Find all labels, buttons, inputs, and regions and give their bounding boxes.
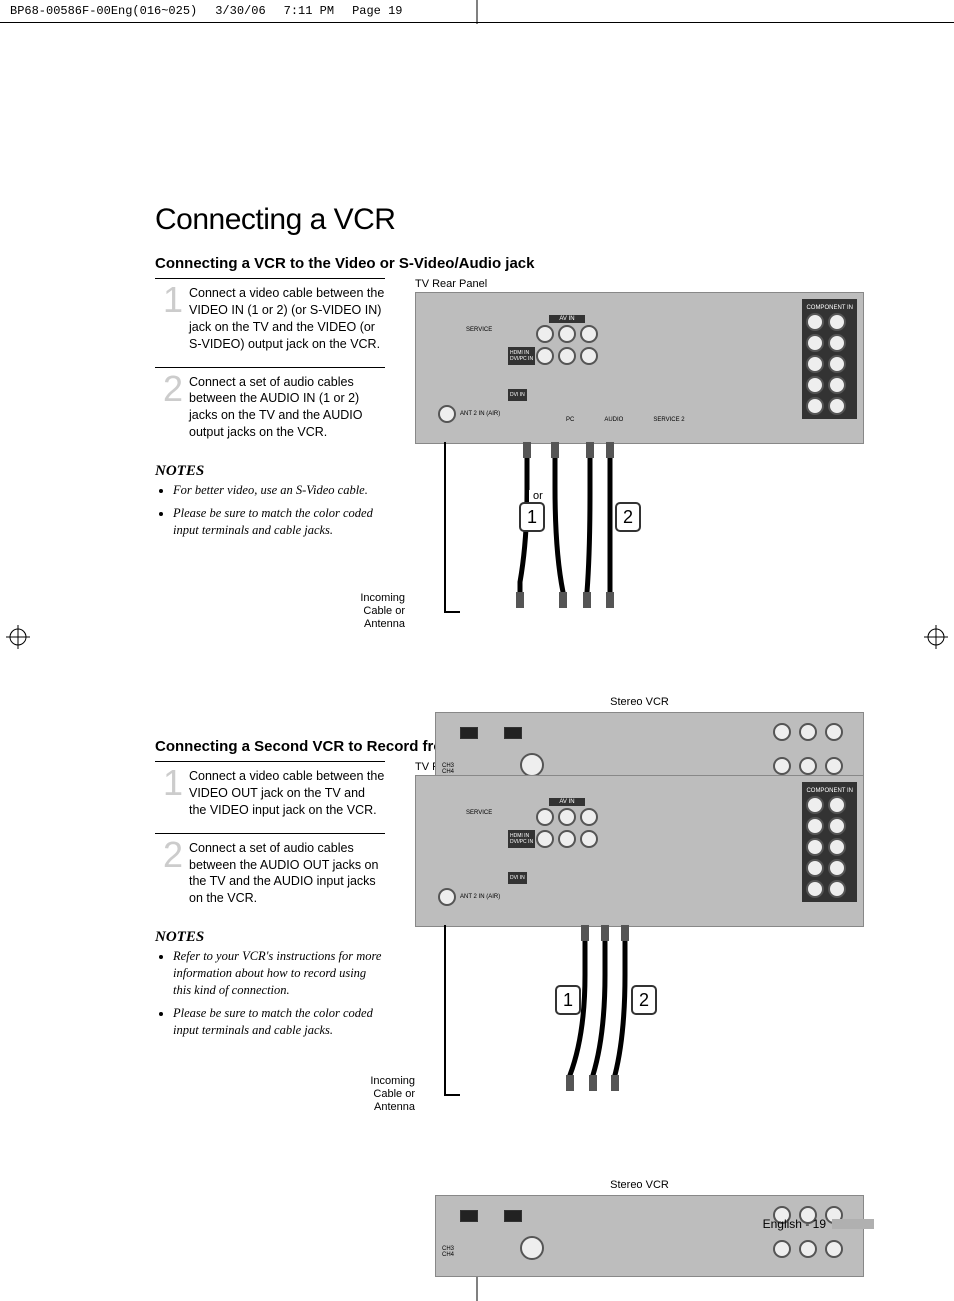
video-jack-icon <box>558 325 576 343</box>
ant-in: ANT 2 IN (AIR) <box>438 405 500 423</box>
component-label: COMPONENT IN <box>806 305 853 311</box>
cable-number-2: 2 <box>631 985 657 1015</box>
cable-number-1: 1 <box>555 985 581 1015</box>
step-number: 2 <box>155 374 189 404</box>
service-label: SERVICE <box>466 810 492 816</box>
av-in-label: AV IN <box>549 315 584 323</box>
ant2-label: ANT 2 IN (AIR) <box>460 894 500 900</box>
step-text: Connect a set of audio cables between th… <box>189 840 385 908</box>
ch-label: CH3CH4 <box>442 763 454 775</box>
step-number: 2 <box>155 840 189 870</box>
dvi-block: DVI IN <box>508 389 527 401</box>
diagram-bottom-label: Stereo VCR <box>415 696 864 708</box>
vcr-svideo-jack-icon <box>520 1236 544 1260</box>
note-item: For better video, use an S-Video cable. <box>173 482 385 499</box>
ant-jack-icon <box>438 888 456 906</box>
vcr-jack-icon <box>799 1240 817 1258</box>
vcr-jack-icon <box>799 757 817 775</box>
step-text: Connect a video cable between the VIDEO … <box>189 285 385 353</box>
service-label: SERVICE <box>466 327 492 333</box>
svideo-jack-icon <box>558 347 576 365</box>
notes-heading: NOTES <box>155 929 385 946</box>
incoming-label: Incoming Cable or Antenna <box>355 1075 415 1115</box>
audio-label: AUDIO <box>604 417 623 423</box>
av-in-block: AV IN <box>536 798 598 848</box>
footer-bar-icon <box>832 1219 874 1229</box>
step-number: 1 <box>155 285 189 315</box>
video-jack-icon <box>580 325 598 343</box>
vcr-jack-icon <box>825 1240 843 1258</box>
crop-mark-top <box>477 0 478 24</box>
ant-out-icon <box>504 727 522 739</box>
component-label: COMPONENT IN <box>806 788 853 794</box>
service2-label: SERVICE 2 <box>653 417 684 423</box>
hdmi-block: HDMI INDVI/PC IN <box>508 347 535 365</box>
av-in-block: AV IN <box>536 315 598 365</box>
vcr-jack-icon <box>773 757 791 775</box>
page-footer: English - 19 <box>763 1217 874 1231</box>
section2-notes: Refer to your VCR's instructions for mor… <box>155 948 385 1038</box>
note-item: Please be sure to match the color coded … <box>173 505 385 539</box>
diagram-top-label: TV Rear Panel <box>415 278 864 290</box>
section1-step1: 1 Connect a video cable between the VIDE… <box>155 278 385 353</box>
section1-diagram: TV Rear Panel SERVICE AV IN <box>415 278 864 708</box>
step-text: Connect a video cable between the VIDEO … <box>189 768 385 819</box>
footer-text: English - 19 <box>763 1217 826 1231</box>
section1-heading: Connecting a VCR to the Video or S-Video… <box>155 255 864 272</box>
section1-row: 1 Connect a video cable between the VIDE… <box>155 278 864 708</box>
tv-rear-panel-graphic: SERVICE AV IN <box>415 292 864 444</box>
header-page: Page 19 <box>352 4 402 18</box>
ant2-label: ANT 2 IN (AIR) <box>460 411 500 417</box>
av-in-label: AV IN <box>549 798 584 806</box>
or-label: or <box>529 490 547 502</box>
cable-number-2: 2 <box>615 502 641 532</box>
vcr-jack-icon <box>825 757 843 775</box>
svideo-jack-icon <box>536 347 554 365</box>
vcr-jack-icon <box>773 723 791 741</box>
page-title: Connecting a VCR <box>155 203 864 237</box>
cable-number-1: 1 <box>519 502 545 532</box>
ant-out-icon <box>504 1210 522 1222</box>
section2-step1: 1 Connect a video cable between the VIDE… <box>155 761 385 819</box>
note-item: Please be sure to match the color coded … <box>173 1005 385 1039</box>
section1-notes: For better video, use an S-Video cable. … <box>155 482 385 539</box>
ch-label: CH3CH4 <box>442 1246 454 1258</box>
ant-jack-icon <box>438 405 456 423</box>
component-in-block: COMPONENT IN <box>802 299 857 419</box>
section1-left: 1 Connect a video cable between the VIDE… <box>155 278 385 708</box>
dvi-block: DVI IN <box>508 872 527 884</box>
vcr-jack-icon <box>825 723 843 741</box>
vcr-panel-graphic: CH3CH4 <box>435 1195 864 1277</box>
header-time: 7:11 PM <box>284 4 334 18</box>
incoming-label: Incoming Cable or Antenna <box>345 592 405 632</box>
header-date: 3/30/06 <box>215 4 265 18</box>
vcr-svideo-jack-icon <box>520 753 544 777</box>
bottom-ports: PC AUDIO SERVICE 2 <box>566 417 685 423</box>
diagram-bottom-label: Stereo VCR <box>415 1179 864 1191</box>
header-file: BP68-00586F-00Eng(016~025) <box>10 4 197 18</box>
section2-left: 1 Connect a video cable between the VIDE… <box>155 761 385 1191</box>
hdmi-block: HDMI INDVI/PC IN <box>508 830 535 848</box>
ant-in-icon <box>460 1210 478 1222</box>
vcr-jack-icon <box>773 1240 791 1258</box>
page-content: Connecting a VCR Connecting a VCR to the… <box>0 23 954 1281</box>
step-number: 1 <box>155 768 189 798</box>
step-text: Connect a set of audio cables between th… <box>189 374 385 442</box>
svideo-jack-icon <box>580 347 598 365</box>
section1-step2: 2 Connect a set of audio cables between … <box>155 367 385 442</box>
note-item: Refer to your VCR's instructions for mor… <box>173 948 385 999</box>
component-in-block: COMPONENT IN <box>802 782 857 902</box>
notes-heading: NOTES <box>155 463 385 480</box>
tv-rear-panel-graphic: SERVICE AV IN COMPONENT IN <box>415 775 864 927</box>
section2-row: 1 Connect a video cable between the VIDE… <box>155 761 864 1191</box>
cable-numbers: 1 2 <box>555 985 657 1015</box>
section2-step2: 2 Connect a set of audio cables between … <box>155 833 385 908</box>
section2-diagram: TV Rear Panel SERVICE AV IN COMPONE <box>415 761 864 1191</box>
video-jack-icon <box>536 325 554 343</box>
vcr-jack-icon <box>799 723 817 741</box>
pc-label: PC <box>566 417 574 423</box>
ant-in-icon <box>460 727 478 739</box>
cable-numbers: 1 2 <box>519 502 641 532</box>
